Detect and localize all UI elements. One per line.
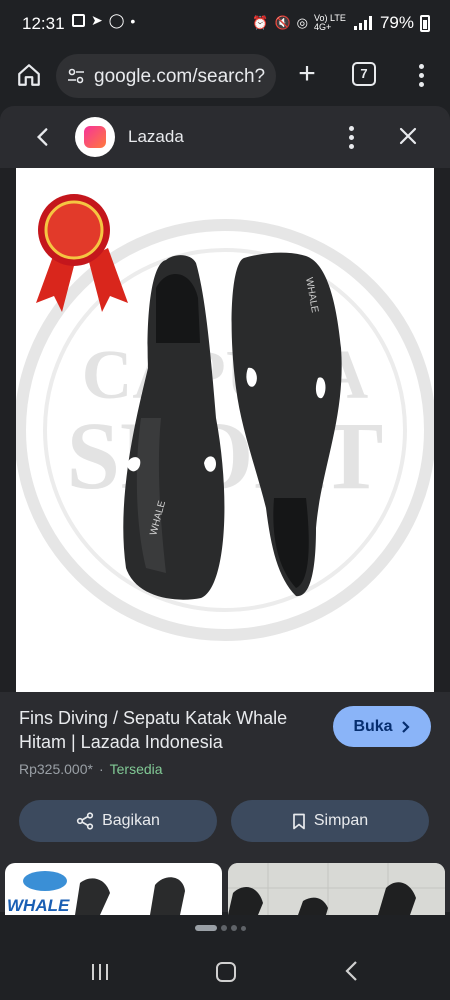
- notification-icons: ➤ ◯ •: [72, 12, 135, 29]
- close-icon[interactable]: [396, 124, 420, 148]
- share-icon: [76, 812, 94, 830]
- nav-home-icon[interactable]: [216, 962, 236, 982]
- save-button[interactable]: Simpan: [231, 800, 429, 842]
- recents-icon[interactable]: [90, 963, 110, 981]
- carousel-dot: [231, 925, 237, 931]
- status-bar: 12:31 ➤ ◯ • ⏰ 🔇 ◎ Vo) LTE 4G+ 79%: [0, 0, 450, 46]
- nav-back-icon[interactable]: [343, 960, 361, 982]
- tune-icon[interactable]: [66, 66, 86, 86]
- product-image[interactable]: CAPUTA SPORT WHALE WHALE: [16, 168, 434, 692]
- battery-percent: 79%: [379, 13, 414, 32]
- lazada-logo-icon: [75, 117, 115, 157]
- gallery-icon: [72, 14, 85, 27]
- preview-header: Lazada: [0, 106, 450, 168]
- separator: ·: [98, 761, 104, 777]
- browser-toolbar: google.com/search? + 7: [0, 46, 450, 106]
- product-title[interactable]: Fins Diving / Sepatu Katak Whale Hitam |…: [19, 706, 319, 754]
- visit-button[interactable]: Buka: [333, 706, 431, 747]
- share-button[interactable]: Bagikan: [19, 800, 217, 842]
- home-icon[interactable]: [16, 62, 42, 88]
- right-fin: WHALE: [231, 252, 342, 597]
- url-text: google.com/search?: [94, 66, 266, 87]
- product-price: Rp325.000*: [19, 761, 93, 777]
- more-vert-icon[interactable]: [412, 62, 432, 90]
- fins-illustration: CAPUTA SPORT WHALE WHALE: [16, 194, 434, 641]
- more-notifications-icon: •: [130, 12, 136, 29]
- network-label: Vo) LTE 4G+: [313, 13, 346, 32]
- chevron-right-icon: [401, 720, 410, 733]
- left-fin: WHALE: [123, 255, 225, 600]
- carousel-dot-active: [195, 925, 217, 931]
- hotspot-icon: ◎: [296, 15, 308, 30]
- carousel-dot: [241, 925, 246, 931]
- signal-icon: [353, 16, 372, 30]
- battery-icon: [420, 14, 430, 32]
- status-time: 12:31: [22, 14, 65, 33]
- tab-switcher-icon[interactable]: 7: [352, 62, 376, 86]
- system-navigation-bar: [0, 940, 450, 1000]
- visit-label: Buka: [353, 717, 393, 735]
- related-images: WHALE: [0, 863, 450, 915]
- carousel-dot: [221, 925, 227, 931]
- alarm-icon: ⏰: [252, 15, 269, 30]
- system-icons: ⏰ 🔇 ◎ Vo) LTE 4G+ 79%: [252, 13, 430, 33]
- price-line: Rp325.000* · Tersedia: [19, 761, 163, 777]
- carousel-indicator: [195, 925, 246, 931]
- site-name[interactable]: Lazada: [128, 127, 184, 147]
- related-thumbnail[interactable]: WHALE: [5, 863, 222, 915]
- plus-icon[interactable]: +: [292, 59, 322, 90]
- related-thumbnail[interactable]: [228, 863, 445, 915]
- mute-icon: 🔇: [274, 15, 291, 30]
- back-arrow-icon[interactable]: [30, 124, 56, 150]
- save-label: Simpan: [313, 812, 369, 829]
- image-preview: CAPUTA SPORT WHALE WHALE: [0, 168, 450, 843]
- bookmark-icon: [293, 813, 305, 829]
- thumb-logo: WHALE: [7, 896, 70, 915]
- telegram-icon: ➤: [91, 12, 103, 28]
- availability-status: Tersedia: [109, 761, 163, 777]
- whatsapp-icon: ◯: [108, 12, 125, 28]
- share-label: Bagikan: [102, 812, 160, 829]
- more-vert-icon[interactable]: [342, 124, 362, 152]
- address-bar[interactable]: google.com/search?: [56, 54, 276, 98]
